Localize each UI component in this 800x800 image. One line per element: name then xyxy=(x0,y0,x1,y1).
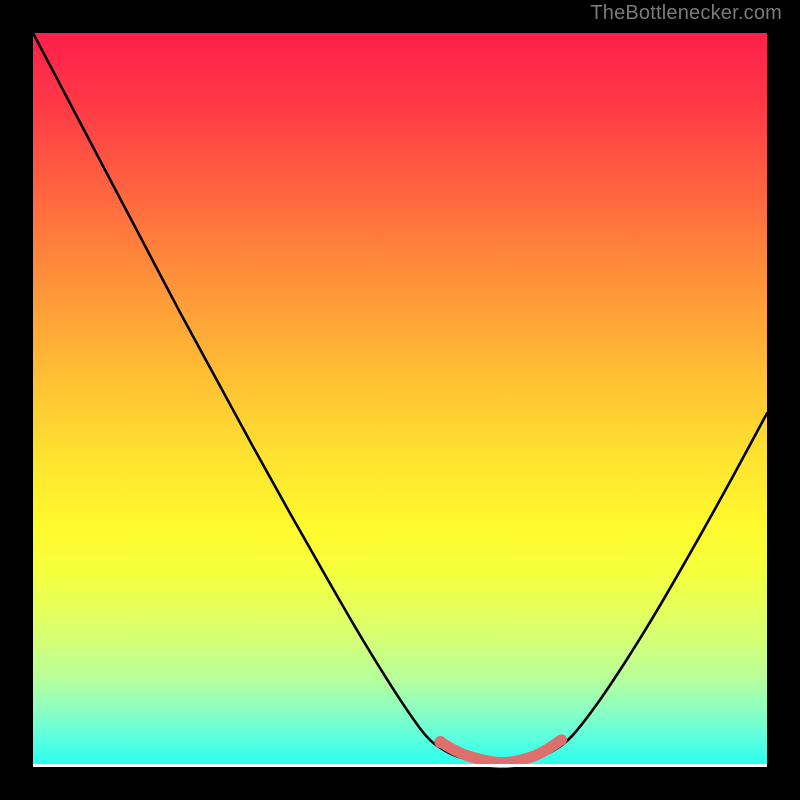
plot-area xyxy=(33,33,767,767)
sweet-spot-dot xyxy=(434,736,446,748)
attribution-text: TheBottlenecker.com xyxy=(590,2,782,25)
chart-frame: TheBottlenecker.com xyxy=(0,0,800,800)
baseline xyxy=(33,764,767,767)
bottleneck-curve xyxy=(33,33,767,762)
sweet-spot-highlight xyxy=(440,740,561,763)
chart-svg xyxy=(33,33,767,767)
